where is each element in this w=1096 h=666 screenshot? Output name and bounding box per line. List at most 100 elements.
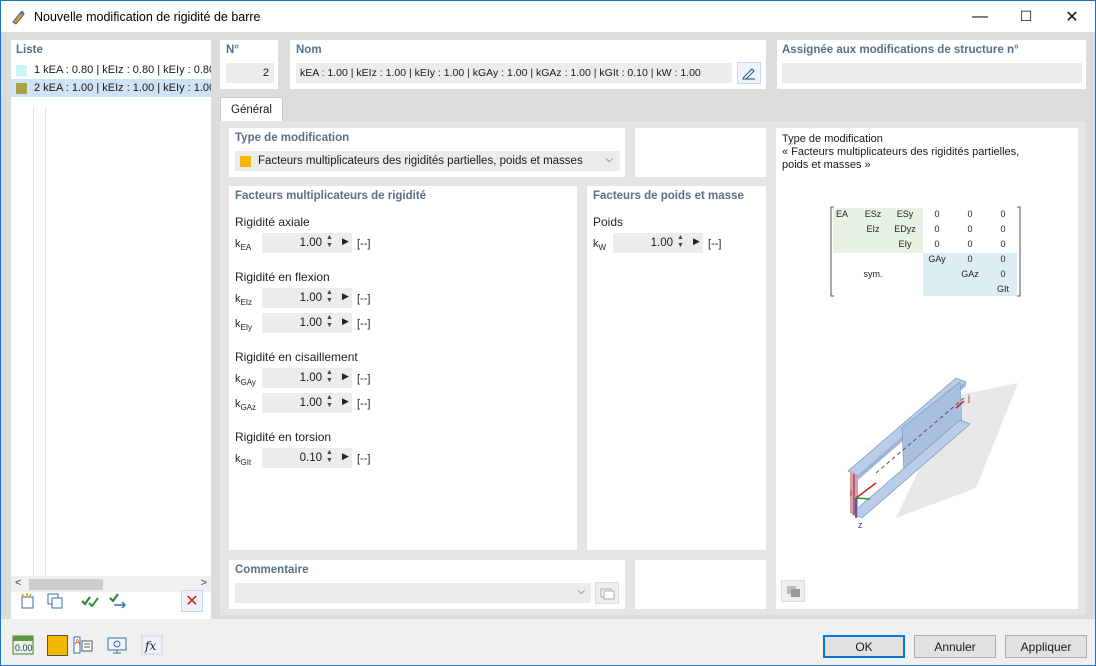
kEA-input[interactable]: 1.00 ▲ ▼ ▶ [262,233,352,253]
close-icon: ✕ [1065,8,1079,26]
info-button[interactable]: A [71,633,95,657]
kW-unit: [--] [708,238,722,250]
stiffness-title: Facteurs multiplicateurs de rigidité [235,190,427,202]
color-swatch [16,82,27,94]
object-info-icon: A [73,636,93,654]
assigned-label: Assignée aux modifications de structure … [782,44,1019,56]
stiffness-panel: Facteurs multiplicateurs de rigidité Rig… [229,186,577,550]
kGAy-value: 1.00 [299,372,322,384]
edit-name-button[interactable] [737,62,761,84]
number-field[interactable]: 2 [226,63,274,83]
kGAz-input[interactable]: 1.00 ▲ ▼ ▶ [262,393,352,413]
kEIz-label: kEIz [235,293,253,308]
modification-type-panel: Type de modification Facteurs multiplica… [229,128,625,177]
apply-label: Appliquer [1020,639,1072,654]
spin-right-icon[interactable]: ▶ [342,396,349,407]
formula-button[interactable]: fx [140,633,164,657]
scrollbar-thumb[interactable] [29,579,103,590]
spin-right-icon[interactable]: ▶ [342,451,349,462]
decimal-units-icon: 0.00 [12,635,34,655]
node-i-label: i [850,488,852,498]
assigned-field[interactable] [782,63,1082,83]
new-item-icon [21,593,34,609]
kGIt-input[interactable]: 0.10 ▲ ▼ ▶ [262,448,352,468]
spin-right-icon[interactable]: ▶ [342,371,349,382]
kGAy-unit: [--] [357,373,371,385]
list-item[interactable]: 1 kEA : 0.80 | kEIz : 0.80 | kEIy : 0.80 [11,61,211,79]
tab-general[interactable]: Général [220,97,283,121]
bottom-bar: 0.00 A fx OK Annuler Appliquer [1,619,1095,665]
axis-z-label: z [858,520,863,528]
weight-title: Facteurs de poids et masse [593,190,744,202]
spin-right-icon[interactable]: ▶ [342,291,349,302]
beam-illustration: i j z [847,377,1018,528]
spin-right-icon[interactable]: ▶ [693,236,700,247]
kGIt-value: 0.10 [299,452,322,464]
kEIy-input[interactable]: 1.00 ▲ ▼ ▶ [262,313,352,333]
scroll-left-icon[interactable]: < [15,577,21,589]
spin-updown-icon[interactable]: ▲ ▼ [326,289,333,305]
view-button[interactable] [105,633,129,657]
name-label: Nom [296,44,322,56]
scroll-right-icon[interactable]: > [201,577,207,589]
list-title: Liste [16,44,43,56]
kGAy-input[interactable]: 1.00 ▲ ▼ ▶ [262,368,352,388]
chevron-down-icon: ⌵ [577,586,585,597]
name-value: kEA : 1.00 | kEIz : 1.00 | kEIy : 1.00 |… [300,67,701,79]
comment-panel: Commentaire ⌵ [229,560,625,609]
spin-updown-icon[interactable]: ▲ ▼ [677,234,684,250]
apply-button[interactable]: Appliquer [1005,635,1087,658]
display-icon [107,637,127,654]
color-swatch [16,64,27,76]
check-toggle-button[interactable] [107,590,129,612]
matrix-cell: GAz [961,269,979,279]
matrix-cell: EDyz [894,224,916,234]
list-item-number: 1 [34,64,41,76]
units-button[interactable]: 0.00 [11,633,35,657]
close-button[interactable]: ✕ [1049,1,1095,32]
color-button[interactable] [45,633,69,657]
matrix-cell: 0 [1000,209,1005,219]
check-all-button[interactable] [79,590,101,612]
info-graphic-button[interactable] [781,580,805,602]
modification-type-select[interactable]: Facteurs multiplicateurs des rigidités p… [235,151,620,171]
spin-updown-icon[interactable]: ▲ ▼ [326,314,333,330]
spin-updown-icon[interactable]: ▲ ▼ [326,234,333,250]
kGAz-label: kGAz [235,398,257,413]
spin-right-icon[interactable]: ▶ [342,236,349,247]
library-icon [600,588,615,600]
cancel-button[interactable]: Annuler [914,635,996,658]
modification-type-title: Type de modification [235,132,350,144]
maximize-button[interactable]: ☐ [1003,1,1049,32]
comment-select[interactable]: ⌵ [235,583,591,603]
dialog-window: Nouvelle modification de rigidité de bar… [0,0,1096,666]
comment-library-button[interactable] [595,582,619,604]
info-description: « Facteurs multiplicateurs des rigidités… [782,146,1020,171]
new-item-button[interactable] [17,590,39,612]
svg-text:0.00: 0.00 [15,643,33,653]
copy-item-button[interactable] [44,590,66,612]
spin-updown-icon[interactable]: ▲ ▼ [326,449,333,465]
kW-input[interactable]: 1.00 ▲ ▼ ▶ [613,233,703,253]
kEIz-input[interactable]: 1.00 ▲ ▼ ▶ [262,288,352,308]
kGIt-label: kGIt [235,453,252,468]
spin-updown-icon[interactable]: ▲ ▼ [326,394,333,410]
ok-button[interactable]: OK [823,635,905,658]
name-field[interactable]: kEA : 1.00 | kEIz : 1.00 | kEIy : 1.00 |… [296,63,732,83]
matrix-cell: EA [836,209,848,219]
kW-label: kW [593,238,607,253]
delete-button[interactable]: ✕ [181,590,203,612]
kEIy-value: 1.00 [299,317,322,329]
spin-updown-icon[interactable]: ▲ ▼ [326,369,333,385]
matrix-cell: 0 [1000,269,1005,279]
matrix-cell: 0 [967,239,972,249]
number-label: N° [226,44,239,56]
kEA-value: 1.00 [299,237,322,249]
tab-content: Type de modification Facteurs multiplica… [220,121,1086,615]
svg-text:A: A [75,639,80,646]
list-item-selected[interactable]: 2 kEA : 1.00 | kEIz : 1.00 | kEIy : 1.00 [11,79,211,97]
spin-right-icon[interactable]: ▶ [342,316,349,327]
matrix-cell: ESz [865,209,882,219]
kEIz-value: 1.00 [299,292,322,304]
minimize-button[interactable]: — [957,1,1003,32]
